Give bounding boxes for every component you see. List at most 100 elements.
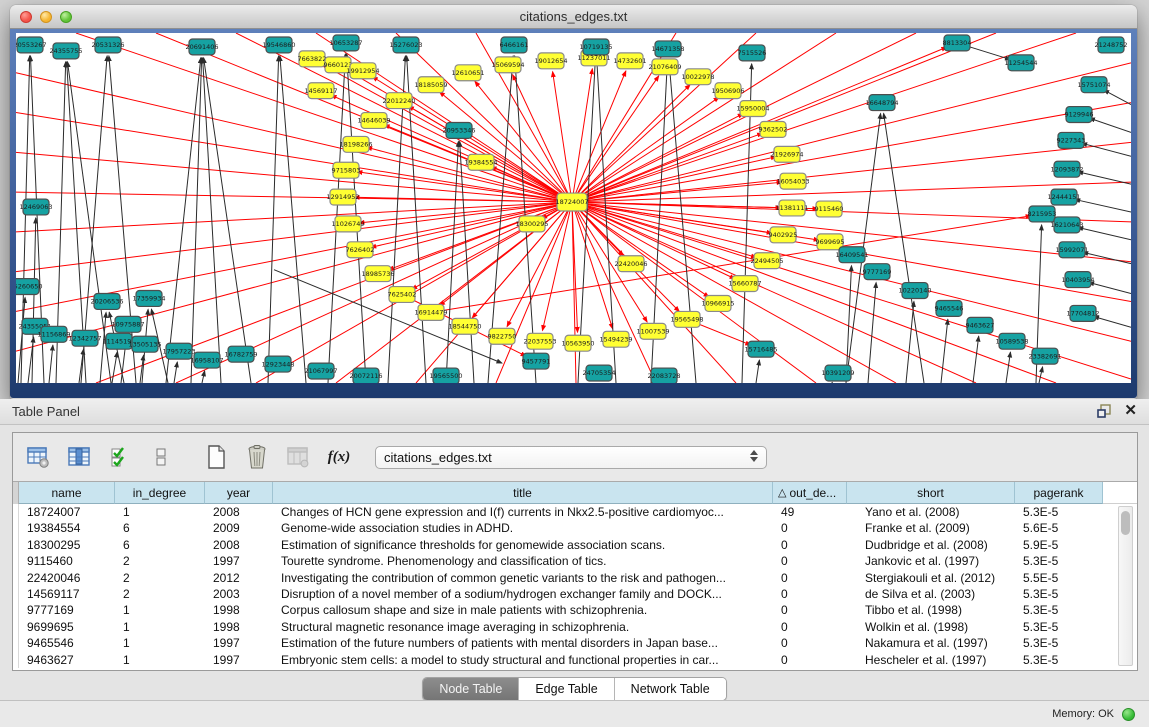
table-cell[interactable]: 1997 <box>205 652 273 668</box>
table-cell[interactable]: 19384554 <box>19 520 115 536</box>
table-vertical-scrollbar[interactable] <box>1118 506 1133 666</box>
table-cell[interactable]: 9465546 <box>19 635 115 651</box>
network-edge[interactable] <box>1083 252 1131 263</box>
table-cell[interactable]: Dudbridge et al. (2008) <box>847 537 1015 553</box>
table-cell[interactable]: 1998 <box>205 602 273 618</box>
table-cell[interactable]: 1 <box>115 504 205 520</box>
row-height-button[interactable] <box>148 444 174 470</box>
table-cell[interactable]: 5.3E-5 <box>1015 635 1103 651</box>
table-cell[interactable]: 1 <box>115 652 205 668</box>
table-cell[interactable]: Wolkin et al. (1998) <box>847 619 1015 635</box>
network-edge[interactable] <box>166 58 201 383</box>
table-row[interactable]: 1830029562008Estimation of significance … <box>13 537 1137 553</box>
table-cell[interactable]: 5.3E-5 <box>1015 553 1103 569</box>
column-header-short[interactable]: short <box>847 482 1015 504</box>
network-edge[interactable] <box>446 141 458 383</box>
table-cell[interactable]: Tourette syndrome. Phenomenology and cla… <box>273 553 773 569</box>
scrollbar-thumb[interactable] <box>1121 511 1130 535</box>
network-view-canvas[interactable]: 1872400719012654150695941261065118185059… <box>16 33 1131 383</box>
network-edge[interactable] <box>572 76 659 202</box>
column-header-pagerank[interactable]: pagerank <box>1015 482 1103 504</box>
table-cell[interactable]: Franke et al. (2009) <box>847 520 1015 536</box>
close-panel-icon[interactable]: ✕ <box>1124 403 1137 419</box>
table-cell[interactable]: Tibbo et al. (1998) <box>847 602 1015 618</box>
table-cell[interactable]: 2 <box>115 553 205 569</box>
network-edge[interactable] <box>203 58 221 383</box>
network-edge[interactable] <box>1075 199 1131 212</box>
table-cell[interactable]: Embryonic stem cells: a model to study s… <box>273 652 773 668</box>
table-cell[interactable]: 9699695 <box>19 619 115 635</box>
network-edge[interactable] <box>572 202 1056 383</box>
network-edge[interactable] <box>572 69 592 202</box>
network-edge[interactable] <box>16 73 572 202</box>
table-cell[interactable]: 1998 <box>205 619 273 635</box>
table-cell[interactable]: 2012 <box>205 570 273 586</box>
table-cell[interactable]: 0 <box>773 586 847 602</box>
table-cell[interactable]: 5.3E-5 <box>1015 586 1103 602</box>
network-edge[interactable] <box>572 103 1131 202</box>
table-settings-button[interactable] <box>25 444 51 470</box>
table-cell[interactable]: Corpus callosum shape and size in male p… <box>273 602 773 618</box>
table-row[interactable]: 946362711997Embryonic stem cells: a mode… <box>13 652 1137 668</box>
table-cell[interactable]: 6 <box>115 537 205 553</box>
network-edge[interactable] <box>884 113 924 383</box>
network-edge[interactable] <box>1078 172 1131 184</box>
table-cell[interactable]: Estimation of the future numbers of pati… <box>273 635 773 651</box>
select-column-button[interactable] <box>66 444 92 470</box>
table-cell[interactable]: Nakamura et al. (1997) <box>847 635 1015 651</box>
table-row[interactable]: 977716911998Corpus callosum shape and si… <box>13 602 1137 618</box>
table-row[interactable]: 969969511998Structural magnetic resonanc… <box>13 619 1137 635</box>
network-edge[interactable] <box>112 352 117 383</box>
network-edge[interactable] <box>906 301 914 383</box>
network-edge[interactable] <box>16 192 572 202</box>
tab-edge-table[interactable]: Edge Table <box>519 678 614 700</box>
table-row[interactable]: 1938455462009Genome-wide association stu… <box>13 520 1137 536</box>
table-cell[interactable]: 0 <box>773 652 847 668</box>
column-header-title[interactable]: title <box>273 482 773 504</box>
table-cell[interactable]: 0 <box>773 602 847 618</box>
column-header-name[interactable]: name <box>19 482 115 504</box>
table-cell[interactable]: 5.3E-5 <box>1015 652 1103 668</box>
network-edge[interactable] <box>1089 282 1131 293</box>
network-edge[interactable] <box>1094 316 1131 327</box>
table-cell[interactable]: 0 <box>773 619 847 635</box>
table-cell[interactable]: 1 <box>115 635 205 651</box>
table-row[interactable]: 946554611997Estimation of the future num… <box>13 635 1137 651</box>
table-cell[interactable]: Hescheler et al. (1997) <box>847 652 1015 668</box>
table-cell[interactable]: 49 <box>773 504 847 520</box>
network-edge[interactable] <box>669 60 696 383</box>
table-cell[interactable]: 5.9E-5 <box>1015 537 1103 553</box>
function-builder-button[interactable]: f(x) <box>326 444 352 470</box>
network-edge[interactable] <box>868 283 876 383</box>
table-cell[interactable]: 1997 <box>205 635 273 651</box>
float-panel-icon[interactable] <box>1096 403 1112 419</box>
table-cell[interactable]: 9463627 <box>19 652 115 668</box>
table-cell[interactable]: 2 <box>115 570 205 586</box>
show-columns-checkboxes-button[interactable] <box>107 444 133 470</box>
table-cell[interactable]: 2008 <box>205 504 273 520</box>
table-selector-dropdown[interactable]: citations_edges.txt <box>375 446 767 469</box>
network-edge[interactable] <box>204 58 251 383</box>
network-edge[interactable] <box>973 336 979 383</box>
network-edge[interactable] <box>572 63 1131 202</box>
table-cell[interactable]: 0 <box>773 553 847 569</box>
window-titlebar[interactable]: citations_edges.txt <box>10 5 1137 29</box>
table-row[interactable]: 911546021997Tourette syndrome. Phenomeno… <box>13 553 1137 569</box>
table-cell[interactable]: 1997 <box>205 553 273 569</box>
table-cell[interactable]: Structural magnetic resonance image aver… <box>273 619 773 635</box>
network-edge[interactable] <box>174 362 177 383</box>
network-edge[interactable] <box>202 371 205 383</box>
column-header-year[interactable]: year <box>205 482 273 504</box>
table-cell[interactable]: 9115460 <box>19 553 115 569</box>
table-row[interactable]: 2242004622012Investigating the contribut… <box>13 570 1137 586</box>
table-cell[interactable]: 0 <box>773 537 847 553</box>
table-cell[interactable]: 1 <box>115 602 205 618</box>
table-cell[interactable]: 2008 <box>205 537 273 553</box>
new-table-button[interactable] <box>203 444 229 470</box>
table-cell[interactable]: 2 <box>115 586 205 602</box>
network-edge[interactable] <box>572 202 736 383</box>
column-header-out-degree[interactable]: △ out_de... <box>773 482 847 504</box>
network-edge[interactable] <box>572 33 1076 202</box>
table-cell[interactable]: Stergiakouli et al. (2012) <box>847 570 1015 586</box>
network-edge[interactable] <box>268 56 279 383</box>
